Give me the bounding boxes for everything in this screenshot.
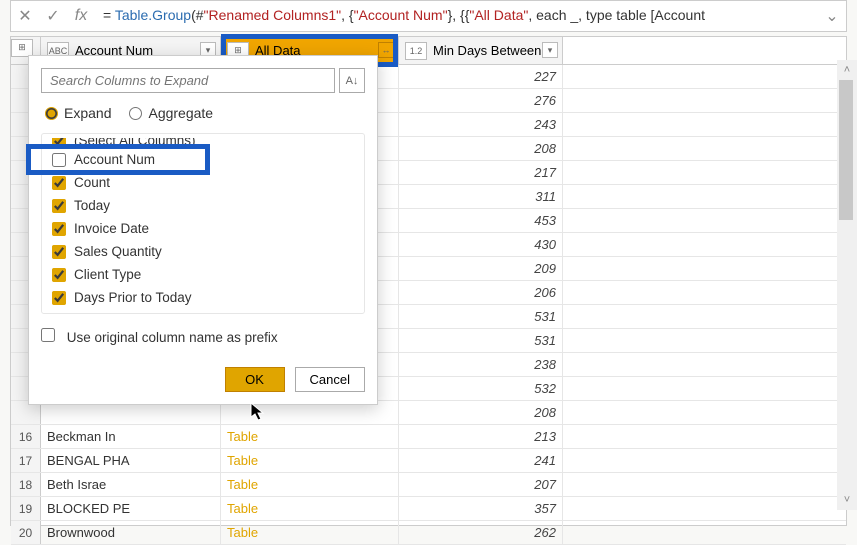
checklist-item[interactable]: Count <box>42 171 364 194</box>
row-index: 18 <box>11 473 41 496</box>
cell-all-data[interactable]: Table <box>221 425 399 448</box>
cell-min-days[interactable]: 243 <box>399 113 563 136</box>
checklist-label: Client Type <box>74 267 141 282</box>
checklist-label: Count <box>74 175 110 190</box>
table-row[interactable]: 18Beth IsraeTable207 <box>11 473 846 497</box>
cell-min-days[interactable]: 209 <box>399 257 563 280</box>
table-row[interactable]: 19BLOCKED PETable357 <box>11 497 846 521</box>
sort-az-button[interactable]: A↓ <box>339 68 365 93</box>
cancel-button[interactable]: Cancel <box>295 367 365 392</box>
checklist-checkbox[interactable] <box>52 222 66 236</box>
table-row[interactable]: 16Beckman InTable213 <box>11 425 846 449</box>
radio-expand[interactable]: Expand <box>45 105 111 121</box>
cell-min-days[interactable]: 241 <box>399 449 563 472</box>
checklist-label: Sales Quantity <box>74 244 162 259</box>
cell-min-days[interactable]: 217 <box>399 161 563 184</box>
cell-min-days[interactable]: 357 <box>399 497 563 520</box>
cell-min-days[interactable]: 453 <box>399 209 563 232</box>
cell-min-days[interactable]: 206 <box>399 281 563 304</box>
table-row[interactable]: 17BENGAL PHATable241 <box>11 449 846 473</box>
row-index: 17 <box>11 449 41 472</box>
expand-formula-icon[interactable]: ⌄ <box>818 6 846 26</box>
row-index: 16 <box>11 425 41 448</box>
checklist-item[interactable]: Invoice Date <box>42 217 364 240</box>
prefix-checkbox[interactable]: Use original column name as prefix <box>41 328 278 345</box>
checklist-select-all[interactable]: (Select All Columns) <box>42 138 364 148</box>
formula-input[interactable]: = Table.Group(#"Renamed Columns1", {"Acc… <box>95 7 818 25</box>
cell-min-days[interactable]: 531 <box>399 329 563 352</box>
checklist-label: Invoice Date <box>74 221 149 236</box>
checklist-checkbox[interactable] <box>52 245 66 259</box>
fx-icon[interactable]: fx <box>67 2 95 30</box>
filter-dropdown-icon[interactable]: ▾ <box>542 42 558 58</box>
checklist-item[interactable]: Days Prior to Today <box>42 286 364 309</box>
cancel-formula-icon[interactable]: ✕ <box>11 2 39 30</box>
checklist-checkbox[interactable] <box>52 153 66 167</box>
scroll-thumb[interactable] <box>839 80 853 220</box>
cell-account-num[interactable]: BENGAL PHA <box>41 449 221 472</box>
checklist-label: Days Prior to Today <box>74 290 192 305</box>
row-index: 19 <box>11 497 41 520</box>
column-checklist: (Select All Columns) Account Num Count Tod… <box>41 133 365 314</box>
type-decimal-icon: 1.2 <box>405 42 427 60</box>
table-icon: ⊞ <box>11 39 33 57</box>
checklist-item[interactable]: Client Type <box>42 263 364 286</box>
cell-account-num[interactable]: Brownwood <box>41 521 221 544</box>
cell-all-data[interactable]: Table <box>221 521 399 544</box>
scroll-down-icon[interactable]: ˅ <box>837 490 857 510</box>
cell-account-num[interactable]: BLOCKED PE <box>41 497 221 520</box>
cell-min-days[interactable]: 213 <box>399 425 563 448</box>
column-label: Min Days Between <box>433 43 541 58</box>
commit-formula-icon[interactable]: ✓ <box>39 2 67 30</box>
cell-all-data[interactable]: Table <box>221 473 399 496</box>
cell-all-data[interactable]: Table <box>221 497 399 520</box>
search-input[interactable] <box>41 68 335 93</box>
checklist-label: Today <box>74 198 110 213</box>
cell-all-data[interactable]: Table <box>221 449 399 472</box>
mouse-cursor-icon <box>250 402 266 422</box>
cell-min-days[interactable]: 531 <box>399 305 563 328</box>
checklist-item[interactable]: Today <box>42 194 364 217</box>
vertical-scrollbar[interactable]: ˄ ˅ <box>837 60 857 510</box>
scroll-up-icon[interactable]: ˄ <box>837 60 857 80</box>
ok-button[interactable]: OK <box>225 367 285 392</box>
checklist-checkbox[interactable] <box>52 199 66 213</box>
radio-aggregate[interactable]: Aggregate <box>129 105 213 121</box>
row-index: 20 <box>11 521 41 544</box>
checklist-item[interactable]: Account Num <box>42 148 364 171</box>
checklist-checkbox[interactable] <box>52 268 66 282</box>
cell-min-days[interactable]: 227 <box>399 65 563 88</box>
formula-bar: ✕ ✓ fx = Table.Group(#"Renamed Columns1"… <box>10 0 847 32</box>
column-header-min-days[interactable]: 1.2 Min Days Between ▾ <box>399 37 563 64</box>
expand-dropdown-icon[interactable]: ↔ <box>378 42 394 58</box>
checklist-checkbox[interactable] <box>52 291 66 305</box>
cell-min-days[interactable]: 208 <box>399 401 563 424</box>
scroll-track[interactable] <box>837 80 857 490</box>
cell-min-days[interactable]: 207 <box>399 473 563 496</box>
checklist-checkbox[interactable] <box>52 176 66 190</box>
cell-min-days[interactable]: 276 <box>399 89 563 112</box>
cell-min-days[interactable]: 532 <box>399 377 563 400</box>
cell-min-days[interactable]: 238 <box>399 353 563 376</box>
expand-columns-popup: A↓ Expand Aggregate (Select All Columns)… <box>28 55 378 405</box>
cell-account-num[interactable]: Beckman In <box>41 425 221 448</box>
cell-min-days[interactable]: 262 <box>399 521 563 544</box>
checklist-label: Account Num <box>74 152 155 167</box>
cell-account-num[interactable]: Beth Israe <box>41 473 221 496</box>
cell-min-days[interactable]: 208 <box>399 137 563 160</box>
cell-min-days[interactable]: 430 <box>399 233 563 256</box>
checklist-item[interactable]: Sales Quantity <box>42 240 364 263</box>
cell-min-days[interactable]: 311 <box>399 185 563 208</box>
table-row[interactable]: 20BrownwoodTable262 <box>11 521 846 545</box>
